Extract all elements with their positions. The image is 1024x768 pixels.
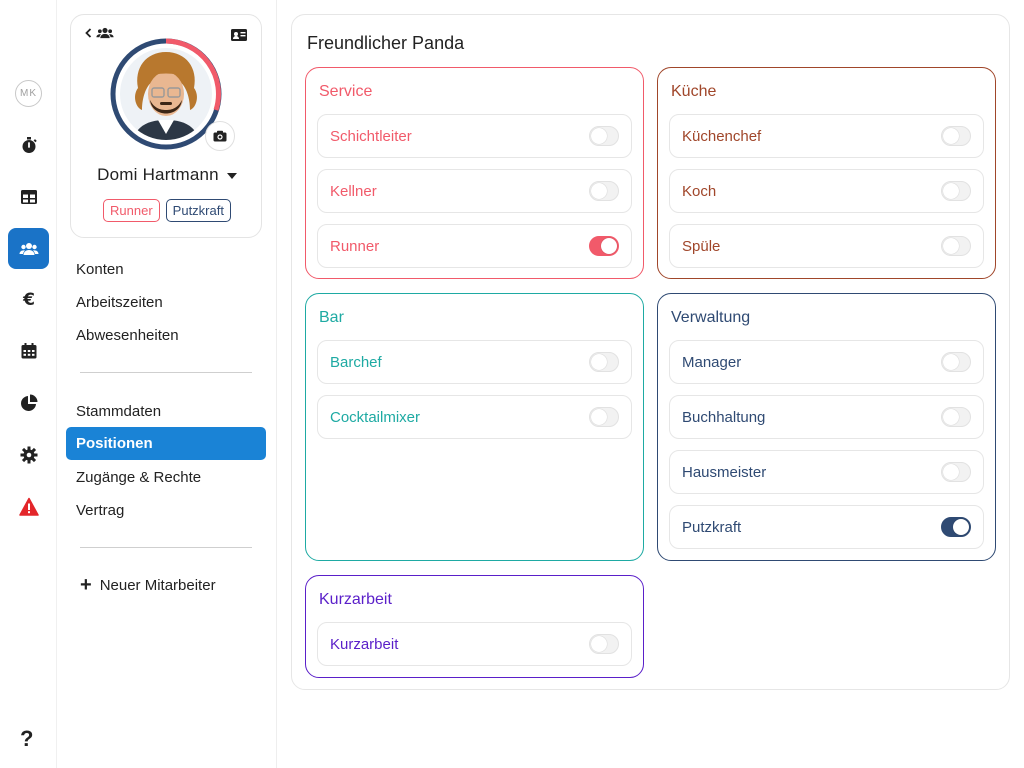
group-title: Kurzarbeit: [319, 591, 392, 608]
position-row: Manager: [669, 340, 984, 384]
position-label: Runner: [330, 238, 380, 255]
nav-abwesenheiten[interactable]: Abwesenheiten: [76, 327, 179, 344]
svg-text:€: €: [22, 290, 35, 309]
nav-arbeitszeiten[interactable]: Arbeitszeiten: [76, 294, 163, 311]
position-toggle[interactable]: [941, 126, 971, 146]
position-row: Spüle: [669, 224, 984, 268]
position-row: Cocktailmixer: [317, 395, 632, 439]
page-title: Freundlicher Panda: [307, 33, 465, 53]
new-employee-label: Neuer Mitarbeiter: [99, 576, 216, 594]
position-toggle[interactable]: [941, 517, 971, 537]
position-label: Cocktailmixer: [330, 409, 421, 426]
position-label: Buchhaltung: [682, 409, 766, 426]
euro-icon[interactable]: €: [8, 278, 49, 319]
group-service: Service Schichtleiter Kellner Runner: [305, 67, 644, 279]
id-card-icon[interactable]: [231, 28, 247, 46]
group-verwaltung: Verwaltung Manager Buchhaltung Hausmeist…: [657, 293, 996, 561]
avatar-initials: MK: [20, 88, 37, 99]
nav-vertrag[interactable]: Vertrag: [76, 502, 124, 519]
position-row: Runner: [317, 224, 632, 268]
employee-name-dropdown[interactable]: Domi Hartmann: [71, 165, 263, 185]
icon-rail: MK € ?: [0, 0, 57, 768]
position-toggle[interactable]: [941, 236, 971, 256]
group-title: Bar: [319, 309, 344, 326]
position-toggle[interactable]: [941, 462, 971, 482]
plus-icon: +: [80, 574, 92, 596]
nav-stammdaten[interactable]: Stammdaten: [76, 403, 161, 420]
position-toggle[interactable]: [941, 407, 971, 427]
profile-card: Domi Hartmann Runner Putzkraft: [70, 14, 262, 238]
position-label: Hausmeister: [682, 464, 767, 481]
position-label: Putzkraft: [682, 519, 742, 536]
tag-putzkraft: Putzkraft: [165, 199, 231, 222]
position-label: Spüle: [682, 238, 721, 255]
stopwatch-icon[interactable]: [8, 124, 49, 165]
position-toggle[interactable]: [589, 352, 619, 372]
position-row: Putzkraft: [669, 505, 984, 549]
position-row: Barchef: [317, 340, 632, 384]
camera-icon[interactable]: [205, 121, 235, 151]
position-row: Küchenchef: [669, 114, 984, 158]
group-title: Verwaltung: [671, 309, 751, 326]
divider: [80, 547, 252, 548]
warning-icon[interactable]: [8, 486, 49, 527]
gear-icon[interactable]: [8, 434, 49, 475]
table-icon[interactable]: [8, 176, 49, 217]
employee-name: Domi Hartmann: [97, 165, 219, 184]
position-label: Kurzarbeit: [330, 636, 399, 653]
position-label: Küchenchef: [682, 128, 762, 145]
position-row: Kellner: [317, 169, 632, 213]
position-toggle[interactable]: [941, 352, 971, 372]
position-toggle[interactable]: [941, 181, 971, 201]
calendar-icon[interactable]: [8, 330, 49, 371]
pie-chart-icon[interactable]: [8, 382, 49, 423]
group-bar: Bar Barchef Cocktailmixer: [305, 293, 644, 561]
employee-sidebar: Domi Hartmann Runner Putzkraft Konten Ar…: [57, 0, 277, 768]
position-row: Hausmeister: [669, 450, 984, 494]
position-row: Kurzarbeit: [317, 622, 632, 666]
position-row: Koch: [669, 169, 984, 213]
chevron-left-icon: [85, 28, 92, 38]
users-icon[interactable]: [8, 228, 49, 269]
position-label: Manager: [682, 354, 742, 371]
position-label: Kellner: [330, 183, 377, 200]
position-row: Schichtleiter: [317, 114, 632, 158]
help-icon[interactable]: ?: [20, 726, 33, 752]
position-label: Koch: [682, 183, 717, 200]
positions-panel: Freundlicher Panda Service Schichtleiter…: [291, 14, 1010, 690]
new-employee-button[interactable]: + Neuer Mitarbeiter: [80, 574, 216, 596]
user-avatar[interactable]: MK: [15, 80, 42, 107]
position-label: Barchef: [330, 354, 382, 371]
position-row: Buchhaltung: [669, 395, 984, 439]
group-title: Küche: [671, 83, 717, 100]
group-kueche: Küche Küchenchef Koch Spüle: [657, 67, 996, 279]
position-toggle[interactable]: [589, 181, 619, 201]
caret-down-icon: [226, 172, 237, 179]
tag-runner: Runner: [103, 199, 160, 222]
position-toggle[interactable]: [589, 634, 619, 654]
nav-positionen[interactable]: Positionen: [66, 427, 266, 460]
position-toggle[interactable]: [589, 407, 619, 427]
nav-konten[interactable]: Konten: [76, 261, 124, 278]
position-toggle[interactable]: [589, 126, 619, 146]
divider: [80, 372, 252, 373]
position-label: Schichtleiter: [330, 128, 412, 145]
group-kurzarbeit: Kurzarbeit Kurzarbeit: [305, 575, 644, 678]
position-toggle[interactable]: [589, 236, 619, 256]
nav-zugaenge-rechte[interactable]: Zugänge & Rechte: [76, 469, 201, 486]
group-title: Service: [319, 83, 373, 100]
position-tags: Runner Putzkraft: [71, 199, 263, 222]
